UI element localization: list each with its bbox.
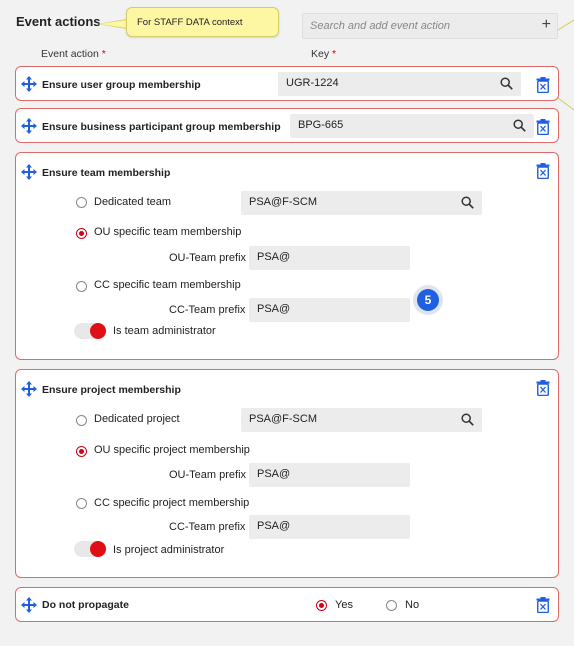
label-propagate-yes: Yes xyxy=(335,599,353,611)
card-user-group-membership: Ensure user group membership UGR-1224 xyxy=(15,66,559,101)
dedicated-team-field[interactable]: PSA@F-SCM xyxy=(241,191,482,215)
ou-project-prefix-value: PSA@ xyxy=(257,468,291,480)
ou-project-prefix-field[interactable]: PSA@ xyxy=(249,463,410,487)
project-admin-toggle[interactable] xyxy=(74,541,106,557)
trash-icon[interactable] xyxy=(536,163,550,179)
label-dedicated-team: Dedicated team xyxy=(94,196,172,208)
step-badge-number: 5 xyxy=(417,289,439,311)
business-group-key-value: BPG-665 xyxy=(298,119,344,131)
radio-propagate-no[interactable] xyxy=(386,600,397,611)
radio-ou-team[interactable] xyxy=(76,228,87,239)
column-header-key-label: Key xyxy=(311,48,330,60)
card-business-participant-group: Ensure business participant group member… xyxy=(15,108,559,143)
cc-team-prefix-value: PSA@ xyxy=(257,303,291,315)
ou-team-prefix-field[interactable]: PSA@ xyxy=(249,246,410,270)
sticky-note[interactable]: For STAFF DATA context xyxy=(126,7,279,37)
drag-move-icon[interactable] xyxy=(21,381,37,397)
search-icon[interactable] xyxy=(513,119,526,132)
label-propagate-no: No xyxy=(405,599,420,611)
radio-dedicated-team[interactable] xyxy=(76,197,87,208)
dedicated-project-field[interactable]: PSA@F-SCM xyxy=(241,408,482,432)
card-title: Ensure team membership xyxy=(42,167,171,179)
step-badge[interactable]: 5 xyxy=(413,285,443,315)
user-group-key-field[interactable]: UGR-1224 xyxy=(278,72,521,96)
radio-dedicated-project[interactable] xyxy=(76,415,87,426)
search-icon[interactable] xyxy=(461,413,474,426)
trash-icon[interactable] xyxy=(536,119,550,135)
card-do-not-propagate: Do not propagate Yes No xyxy=(15,587,559,622)
plus-icon[interactable]: + xyxy=(542,16,551,34)
toggle-knob xyxy=(90,323,106,339)
drag-move-icon[interactable] xyxy=(21,597,37,613)
connector-line xyxy=(558,19,574,111)
card-title: Do not propagate xyxy=(42,599,129,611)
search-icon[interactable] xyxy=(461,196,474,209)
label-team-admin: Is team administrator xyxy=(113,325,216,337)
radio-propagate-yes[interactable] xyxy=(316,600,327,611)
label-cc-team-prefix: CC-Team prefix xyxy=(169,304,246,316)
trash-icon[interactable] xyxy=(536,77,550,93)
label-cc-project-prefix: CC-Team prefix xyxy=(169,521,246,533)
drag-move-icon[interactable] xyxy=(21,164,37,180)
label-ou-team-prefix: OU-Team prefix xyxy=(169,252,247,264)
cc-team-prefix-field[interactable]: PSA@ xyxy=(249,298,410,322)
card-project-membership: Ensure project membership Dedicated proj… xyxy=(15,369,559,578)
column-header-key: Key * xyxy=(311,48,336,60)
page-title: Event actions xyxy=(16,14,101,29)
label-ou-team: OU specific team membership xyxy=(94,226,242,238)
label-cc-project: CC specific project membership xyxy=(94,497,250,509)
cc-project-prefix-value: PSA@ xyxy=(257,520,291,532)
team-admin-toggle[interactable] xyxy=(74,323,106,339)
column-header-event-action: Event action * xyxy=(41,48,106,60)
search-add-placeholder: Search and add event action xyxy=(310,20,451,32)
cc-project-prefix-field[interactable]: PSA@ xyxy=(249,515,410,539)
required-mark: * xyxy=(101,48,106,60)
label-project-admin: Is project administrator xyxy=(113,544,225,556)
label-ou-project: OU specific project membership xyxy=(94,444,250,456)
search-add-event-input[interactable]: Search and add event action + xyxy=(302,13,558,39)
radio-cc-project[interactable] xyxy=(76,498,87,509)
trash-icon[interactable] xyxy=(536,380,550,396)
user-group-key-value: UGR-1224 xyxy=(286,77,339,89)
search-icon[interactable] xyxy=(500,77,513,90)
radio-cc-team[interactable] xyxy=(76,281,87,292)
drag-move-icon[interactable] xyxy=(21,118,37,134)
dedicated-project-value: PSA@F-SCM xyxy=(249,413,318,425)
sticky-note-pointer-fill xyxy=(99,20,127,28)
business-group-key-field[interactable]: BPG-665 xyxy=(290,114,534,138)
card-team-membership: Ensure team membership Dedicated team PS… xyxy=(15,152,559,360)
label-dedicated-project: Dedicated project xyxy=(94,413,180,425)
card-title: Ensure business participant group member… xyxy=(42,121,281,133)
column-header-event-action-label: Event action xyxy=(41,48,99,60)
card-title: Ensure user group membership xyxy=(42,79,201,91)
drag-move-icon[interactable] xyxy=(21,76,37,92)
radio-ou-project[interactable] xyxy=(76,446,87,457)
ou-team-prefix-value: PSA@ xyxy=(257,251,291,263)
label-cc-team: CC specific team membership xyxy=(94,279,241,291)
card-title: Ensure project membership xyxy=(42,384,181,396)
toggle-knob xyxy=(90,541,106,557)
required-mark: * xyxy=(332,48,337,60)
label-ou-project-prefix: OU-Team prefix xyxy=(169,469,247,481)
trash-icon[interactable] xyxy=(536,597,550,613)
dedicated-team-value: PSA@F-SCM xyxy=(249,196,318,208)
